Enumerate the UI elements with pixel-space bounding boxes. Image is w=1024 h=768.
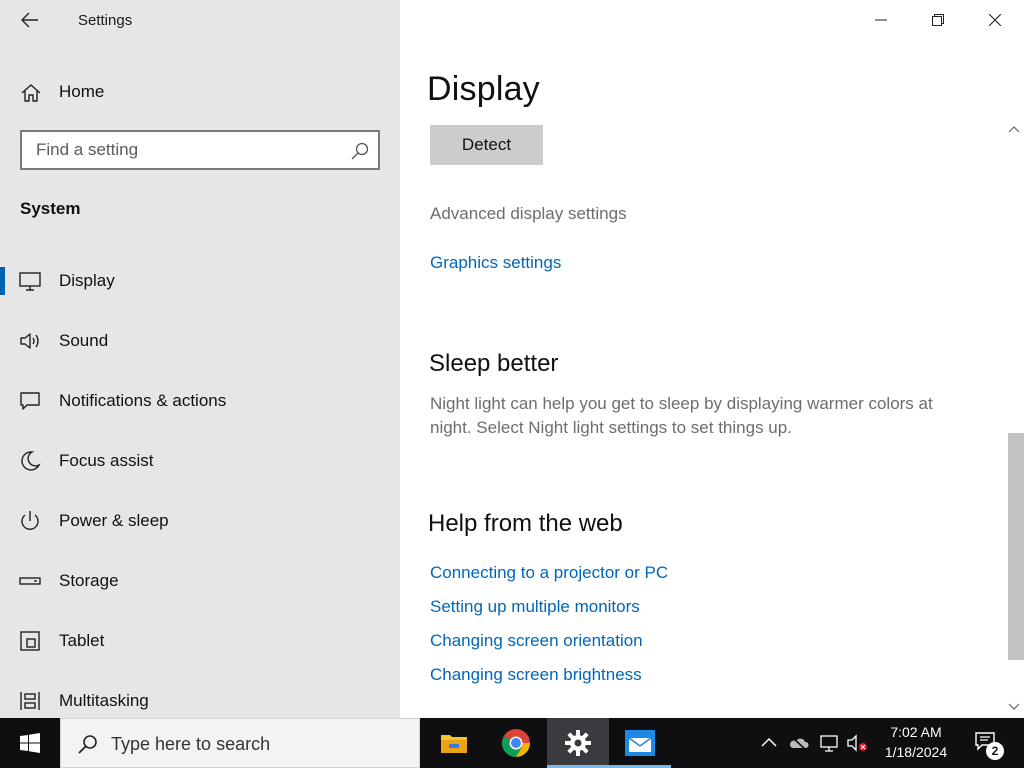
sidebar-item-storage[interactable]: Storage bbox=[0, 551, 400, 611]
chrome-icon bbox=[502, 729, 530, 757]
home-icon bbox=[21, 84, 41, 102]
sidebar-item-label: Focus assist bbox=[59, 451, 154, 470]
moon-icon bbox=[21, 451, 41, 471]
action-center-button[interactable]: 2 bbox=[966, 718, 1016, 768]
sidebar-item-label: Power & sleep bbox=[59, 511, 169, 530]
system-clock[interactable]: 7:02 AM 1/18/2024 bbox=[874, 722, 958, 762]
back-arrow-icon bbox=[21, 12, 38, 28]
help-link-screen-orientation[interactable]: Changing screen orientation bbox=[430, 631, 643, 651]
file-explorer-icon bbox=[441, 735, 467, 753]
help-link-multiple-monitors[interactable]: Setting up multiple monitors bbox=[430, 597, 640, 617]
restore-icon bbox=[931, 14, 944, 26]
sidebar-item-label: Display bbox=[59, 271, 115, 290]
minimize-icon bbox=[874, 19, 887, 21]
clock-date: 1/18/2024 bbox=[884, 744, 948, 760]
sleep-better-heading: Sleep better bbox=[429, 350, 559, 377]
detect-button[interactable]: Detect bbox=[430, 125, 543, 165]
main-content: Display Detect Advanced display settings… bbox=[400, 0, 1024, 718]
notification-count-badge: 2 bbox=[986, 742, 1004, 760]
page-title: Display bbox=[427, 70, 540, 108]
help-link-screen-brightness[interactable]: Changing screen brightness bbox=[430, 665, 642, 685]
sidebar-item-notifications[interactable]: Notifications & actions bbox=[0, 371, 400, 431]
taskbar-search[interactable]: Type here to search bbox=[60, 718, 420, 768]
section-label-system: System bbox=[20, 199, 81, 218]
taskbar-mail-app[interactable] bbox=[609, 718, 671, 768]
graphics-settings-link[interactable]: Graphics settings bbox=[430, 253, 561, 273]
selected-indicator bbox=[0, 267, 5, 295]
search-icon[interactable] bbox=[350, 141, 370, 161]
speaker-icon bbox=[20, 333, 39, 349]
home-label: Home bbox=[59, 82, 105, 101]
monitor-icon bbox=[19, 272, 41, 291]
find-setting-search[interactable] bbox=[20, 130, 380, 170]
sleep-better-description: Night light can help you get to sleep by… bbox=[430, 394, 933, 437]
sidebar: Settings Home System Display So bbox=[0, 0, 400, 718]
scrollbar-thumb[interactable] bbox=[1008, 433, 1024, 660]
vertical-scrollbar[interactable] bbox=[1004, 120, 1024, 718]
network-icon[interactable] bbox=[818, 732, 840, 754]
minimize-button[interactable] bbox=[852, 0, 909, 40]
search-icon bbox=[78, 735, 97, 754]
sidebar-item-label: Multitasking bbox=[59, 691, 149, 710]
mail-app-icon bbox=[625, 730, 655, 756]
windows-logo-icon bbox=[20, 733, 40, 753]
tablet-icon bbox=[20, 631, 40, 651]
sidebar-item-focus-assist[interactable]: Focus assist bbox=[0, 431, 400, 491]
sidebar-item-tablet[interactable]: Tablet bbox=[0, 611, 400, 671]
clock-time: 7:02 AM bbox=[890, 724, 942, 740]
taskbar-file-explorer[interactable] bbox=[423, 718, 485, 768]
sidebar-item-label: Notifications & actions bbox=[59, 391, 227, 410]
power-icon bbox=[21, 511, 39, 530]
multitasking-icon bbox=[20, 692, 40, 710]
chevron-up-icon[interactable] bbox=[758, 732, 780, 754]
notification-icon bbox=[20, 392, 40, 410]
close-icon bbox=[988, 14, 1001, 26]
close-button[interactable] bbox=[966, 0, 1023, 40]
onedrive-icon[interactable] bbox=[788, 732, 810, 754]
sidebar-item-home[interactable]: Home bbox=[0, 72, 400, 112]
help-link-projector[interactable]: Connecting to a projector or PC bbox=[430, 563, 668, 583]
volume-muted-icon[interactable] bbox=[846, 732, 868, 754]
sidebar-item-display[interactable]: Display bbox=[0, 251, 400, 311]
app-title: Settings bbox=[78, 12, 133, 29]
taskbar: Type here to search 7:02 AM 1/18/2024 2 bbox=[0, 718, 1024, 768]
scroll-up-icon[interactable] bbox=[1008, 124, 1020, 136]
sidebar-item-label: Tablet bbox=[59, 631, 105, 650]
scroll-down-icon[interactable] bbox=[1008, 700, 1020, 712]
restore-button[interactable] bbox=[909, 0, 966, 40]
advanced-display-settings-link[interactable]: Advanced display settings bbox=[430, 204, 627, 224]
taskbar-search-placeholder: Type here to search bbox=[111, 734, 271, 754]
sidebar-item-sound[interactable]: Sound bbox=[0, 311, 400, 371]
settings-gear-icon bbox=[565, 730, 591, 756]
find-setting-input[interactable] bbox=[36, 139, 336, 161]
start-button[interactable] bbox=[0, 718, 60, 768]
taskbar-settings[interactable] bbox=[547, 718, 609, 768]
help-from-web-heading: Help from the web bbox=[428, 510, 623, 537]
sidebar-item-power-sleep[interactable]: Power & sleep bbox=[0, 491, 400, 551]
back-button[interactable] bbox=[12, 6, 48, 34]
storage-icon bbox=[19, 577, 41, 585]
sidebar-item-label: Sound bbox=[59, 331, 109, 350]
taskbar-chrome[interactable] bbox=[485, 718, 547, 768]
sidebar-item-label: Storage bbox=[59, 571, 119, 590]
